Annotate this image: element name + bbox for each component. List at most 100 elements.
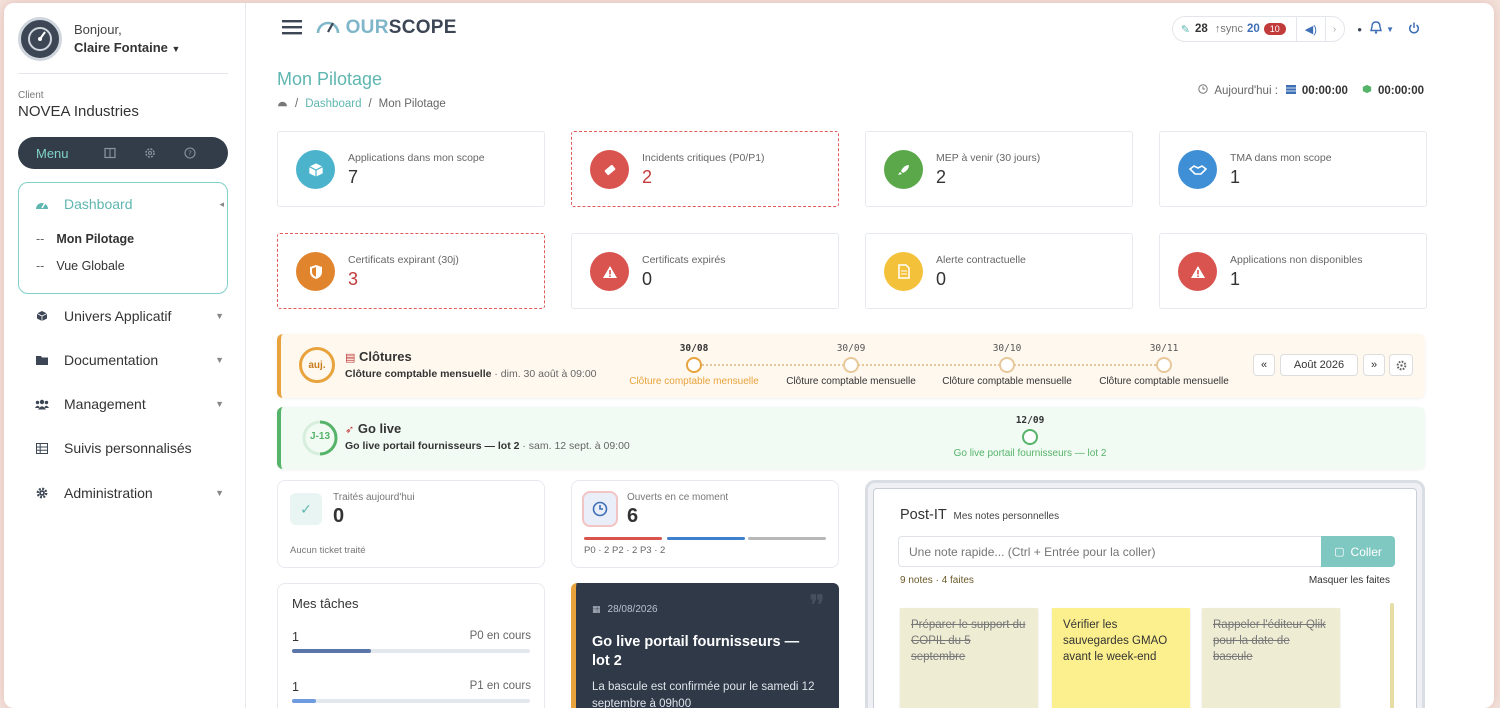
menu-tab[interactable]: Menu xyxy=(36,146,90,161)
news-date: 28/08/2026 xyxy=(607,604,658,615)
handshake-icon xyxy=(1178,150,1217,189)
timeline-date: 30/08 xyxy=(679,343,709,354)
sidebar-item-dashboard[interactable]: Dashboard ◂ xyxy=(34,196,224,212)
menu-tabs: Menu ? xyxy=(18,137,228,169)
help-icon[interactable]: ? xyxy=(170,147,210,159)
month-selector[interactable]: Août 2026 xyxy=(1280,354,1358,376)
power-icon[interactable] xyxy=(1408,22,1420,37)
app-window: Bonjour, Claire Fontaine ▼ Client NOVEA … xyxy=(4,3,1494,708)
user-block[interactable]: Bonjour, Claire Fontaine ▼ xyxy=(18,17,180,61)
open-now-card: Ouverts en ce moment 6 P0 · 2 P2 · 2 P3 … xyxy=(571,480,839,568)
today-badge-text: auj. xyxy=(308,359,326,371)
breadcrumb: / Dashboard / Mon Pilotage xyxy=(277,98,446,110)
stat-card-tma[interactable]: TMA dans mon scope 1 xyxy=(1159,131,1427,207)
paste-label: Coller xyxy=(1350,544,1382,559)
bell-icon[interactable] xyxy=(1370,21,1383,37)
sidebar-item-univers[interactable]: Univers Applicatif ▼ xyxy=(34,308,224,324)
sidebar-item-suivis[interactable]: Suivis personnalisés xyxy=(34,440,224,456)
stat-label: Incidents critiques (P0/P1) xyxy=(642,152,765,164)
app-logo[interactable]: OURSCOPE xyxy=(316,17,457,39)
sidebar-subitem-mon-pilotage[interactable]: -- Mon Pilotage xyxy=(36,232,134,246)
stat-card-applications[interactable]: Applications dans mon scope 7 xyxy=(277,131,545,207)
breadcrumb-link-dashboard[interactable]: Dashboard xyxy=(305,98,361,110)
open-label: Ouverts en ce moment xyxy=(627,492,729,503)
caret-down-icon: ▼ xyxy=(215,399,224,409)
settings-gear-icon[interactable] xyxy=(1389,354,1413,376)
sidebar-item-documentation[interactable]: Documentation ▼ xyxy=(34,352,224,368)
calendar-icon: ▦ xyxy=(592,604,601,614)
book-icon[interactable] xyxy=(90,147,130,159)
hide-done-toggle[interactable]: Masquer les faites xyxy=(1309,575,1390,586)
timeline-label: Clôture comptable mensuelle xyxy=(1099,376,1229,387)
greeting-text: Bonjour, xyxy=(74,21,122,37)
prev-month-button[interactable]: « xyxy=(1253,354,1275,376)
sidebar-subitem-vue-globale[interactable]: -- Vue Globale xyxy=(36,259,125,273)
golive-date: 12/09 xyxy=(1015,415,1045,426)
caret-down-icon: ▼ xyxy=(171,43,181,54)
next-month-button[interactable]: » xyxy=(1363,354,1385,376)
clotures-subtitle-rest: · dim. 30 août à 09:00 xyxy=(491,368,597,380)
caret-down-icon[interactable]: ▼ xyxy=(1386,25,1394,34)
stat-label: Certificats expirant (30j) xyxy=(348,254,459,266)
sticky-note-done[interactable]: Préparer le support du COPIL du 5 septem… xyxy=(900,608,1038,708)
cog-icon xyxy=(34,487,50,499)
stat-label: Alerte contractuelle xyxy=(936,254,1026,266)
news-card[interactable]: ▦ 28/08/2026 ❞ Go live portail fournisseu… xyxy=(571,583,839,708)
stat-label: Certificats expirés xyxy=(642,254,726,266)
timeline-track xyxy=(695,364,1163,366)
news-date-row: ▦ 28/08/2026 xyxy=(592,604,658,615)
task-count: 1 xyxy=(292,680,299,694)
postit-panel: Post-IT Mes notes personnelles ▢ Coller 9… xyxy=(865,480,1425,708)
treated-value: 0 xyxy=(333,505,345,527)
sidebar-item-administration[interactable]: Administration ▼ xyxy=(34,485,224,501)
timeline-dot[interactable] xyxy=(843,357,859,373)
stat-card-alerte-contractuelle[interactable]: Alerte contractuelle 0 xyxy=(865,233,1133,309)
cube-icon xyxy=(296,150,335,189)
timeline-dot[interactable] xyxy=(1156,357,1172,373)
quick-note-input[interactable] xyxy=(898,536,1322,567)
logo-text-part1: OUR xyxy=(345,17,389,38)
postit-title: Post-IT xyxy=(900,507,947,523)
stat-card-mep[interactable]: MEP à venir (30 jours) 2 xyxy=(865,131,1133,207)
golive-banner: J-13 ➶ Go live Go live portail fournisse… xyxy=(277,407,1425,469)
stat-value: 2 xyxy=(642,167,653,187)
open-breakdown: P0 · 2 P2 · 2 P3 · 2 xyxy=(584,545,666,556)
open-value: 6 xyxy=(627,505,639,527)
caret-down-icon: ▼ xyxy=(215,311,224,321)
cube-green-icon xyxy=(1362,84,1372,97)
timeline-dot-active[interactable] xyxy=(686,357,702,373)
timeline-dot[interactable] xyxy=(999,357,1015,373)
tasks-title: Mes tâches xyxy=(292,596,359,611)
sidebar-item-label: Management xyxy=(64,396,146,412)
stat-card-incidents[interactable]: Incidents critiques (P0/P1) 2 xyxy=(571,131,839,207)
gear-icon[interactable] xyxy=(130,147,170,159)
warning-icon xyxy=(590,252,629,291)
priority-bar-p2 xyxy=(667,537,745,540)
breadcrumb-separator: / xyxy=(368,98,372,110)
priority-bar-p3 xyxy=(748,537,826,540)
clotures-subtitle: Clôture comptable mensuelle · dim. 30 ao… xyxy=(345,368,597,380)
task-label: P1 en cours xyxy=(469,680,531,692)
hamburger-menu-icon[interactable] xyxy=(282,19,302,38)
golive-dot[interactable] xyxy=(1022,429,1038,445)
timeline-label: Clôture comptable mensuelle xyxy=(786,376,916,387)
notes-scrollbar[interactable] xyxy=(1390,603,1394,708)
stat-card-certificats-expirant[interactable]: Certificats expirant (30j) 3 xyxy=(277,233,545,309)
sidebar-item-management[interactable]: Management ▼ xyxy=(34,396,224,412)
countdown-text: J-13 xyxy=(309,431,330,442)
shield-icon xyxy=(296,252,335,291)
stat-card-applications-indisponibles[interactable]: Applications non disponibles 1 xyxy=(1159,233,1427,309)
speaker-icon[interactable]: ◀) xyxy=(1305,23,1317,36)
status-pill[interactable]: ✎ 28 ↑sync 20 10 ◀) › xyxy=(1171,16,1346,42)
sticky-note-open[interactable]: Vérifier les sauvegardes GMAO avant le w… xyxy=(1052,608,1190,708)
paste-note-button[interactable]: ▢ Coller xyxy=(1321,536,1395,567)
table-icon xyxy=(34,442,50,454)
clotures-title: Clôtures xyxy=(359,349,412,364)
priority-bar-p0 xyxy=(584,537,662,540)
sync-label: ↑sync xyxy=(1214,23,1243,35)
stat-card-certificats-expires[interactable]: Certificats expirés 0 xyxy=(571,233,839,309)
sticky-note-done[interactable]: Rappeler l'éditeur Qlik pour la date de … xyxy=(1202,608,1340,708)
user-name-dropdown[interactable]: Claire Fontaine ▼ xyxy=(74,39,180,58)
sidebar-item-label: Suivis personnalisés xyxy=(64,440,192,456)
chevron-right-icon[interactable]: › xyxy=(1333,24,1336,35)
